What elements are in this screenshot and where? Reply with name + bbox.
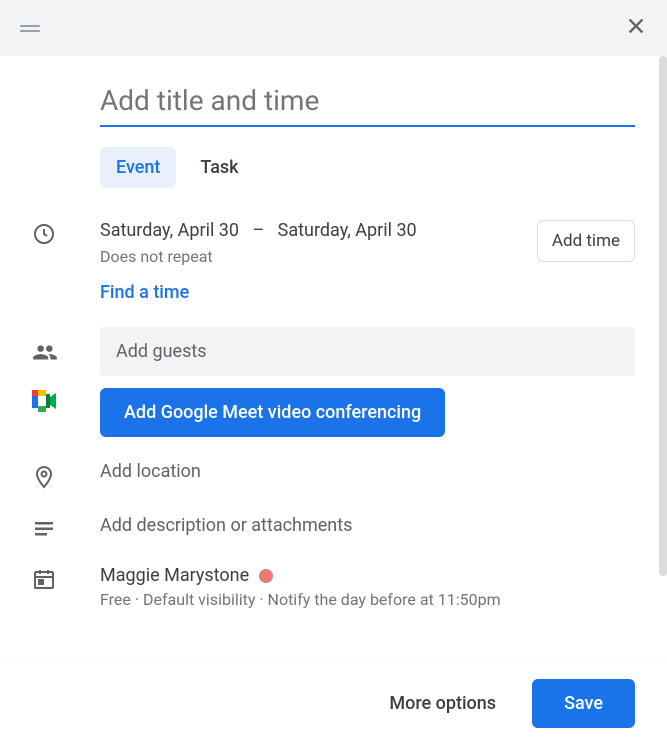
close-icon[interactable] bbox=[625, 15, 647, 41]
date-range[interactable]: Saturday, April 30 – Saturday, April 30 bbox=[100, 220, 537, 241]
tab-task[interactable]: Task bbox=[184, 147, 254, 188]
description-icon bbox=[32, 515, 72, 541]
owner-name: Maggie Marystone bbox=[100, 565, 249, 586]
calendar-icon bbox=[32, 565, 72, 591]
dialog-content: Event Task Saturday, April 30 – Saturday… bbox=[0, 56, 667, 663]
guests-input[interactable] bbox=[100, 327, 635, 376]
save-button[interactable]: Save bbox=[532, 679, 635, 728]
add-time-button[interactable]: Add time bbox=[537, 220, 635, 262]
meet-row: Add Google Meet video conferencing bbox=[32, 388, 635, 437]
end-date: Saturday, April 30 bbox=[278, 220, 417, 241]
datetime-row: Saturday, April 30 – Saturday, April 30 … bbox=[32, 220, 635, 303]
google-meet-icon bbox=[32, 388, 72, 412]
guests-row bbox=[32, 327, 635, 376]
find-time-link[interactable]: Find a time bbox=[100, 282, 635, 303]
date-separator: – bbox=[252, 220, 264, 241]
more-options-button[interactable]: More options bbox=[373, 681, 512, 726]
calendar-owner[interactable]: Maggie Marystone bbox=[100, 565, 635, 586]
repeat-option[interactable]: Does not repeat bbox=[100, 247, 537, 266]
people-icon bbox=[32, 338, 72, 366]
add-google-meet-button[interactable]: Add Google Meet video conferencing bbox=[100, 388, 445, 437]
dialog-footer: More options Save bbox=[0, 663, 667, 743]
calendar-visibility[interactable]: Free · Default visibility · Notify the d… bbox=[100, 590, 635, 609]
location-row: Add location bbox=[32, 461, 635, 491]
clock-icon bbox=[32, 220, 72, 246]
drag-handle-icon[interactable] bbox=[20, 22, 44, 34]
location-icon bbox=[32, 461, 72, 491]
start-date: Saturday, April 30 bbox=[100, 220, 239, 241]
dialog-header bbox=[0, 0, 667, 56]
event-type-tabs: Event Task bbox=[100, 147, 635, 188]
title-input[interactable] bbox=[100, 76, 635, 127]
description-field[interactable]: Add description or attachments bbox=[100, 515, 635, 536]
calendar-color-dot bbox=[259, 569, 273, 583]
location-field[interactable]: Add location bbox=[100, 461, 635, 482]
tab-event[interactable]: Event bbox=[100, 147, 176, 188]
description-row: Add description or attachments bbox=[32, 515, 635, 541]
calendar-row: Maggie Marystone Free · Default visibili… bbox=[32, 565, 635, 609]
